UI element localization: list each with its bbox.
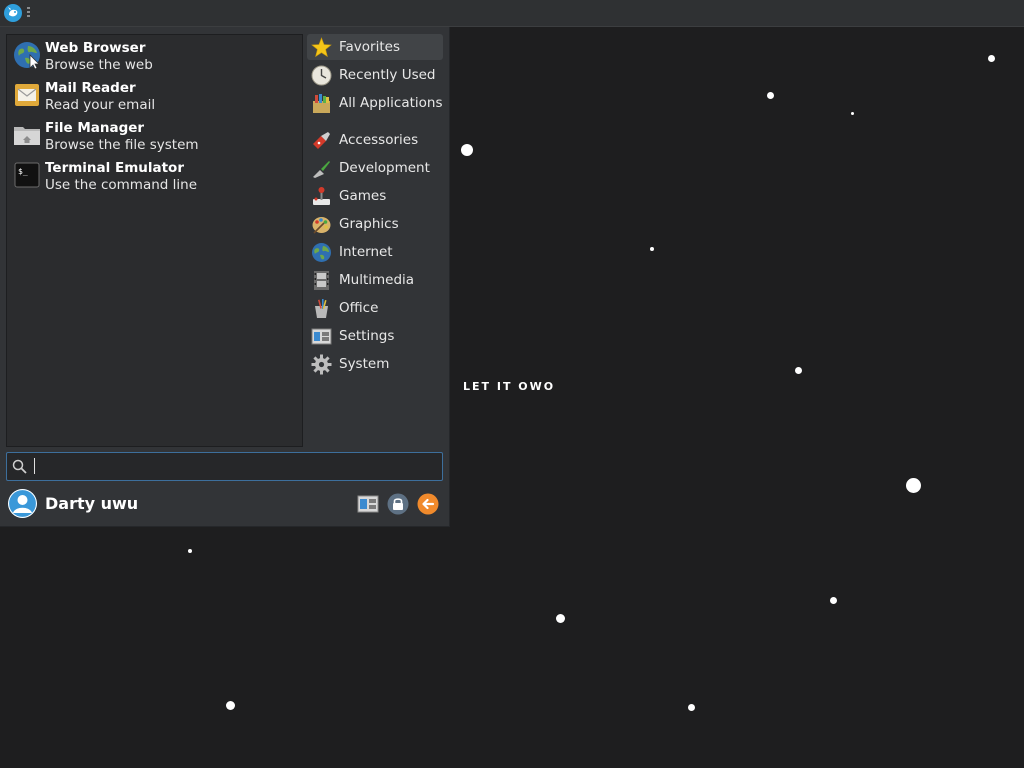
favorite-name: Mail Reader (45, 80, 136, 96)
category-system[interactable]: System (307, 351, 443, 377)
joystick-icon (313, 187, 330, 205)
star (988, 55, 995, 62)
log-out-button[interactable] (417, 493, 439, 515)
category-label: Settings (339, 328, 395, 344)
search-icon (12, 459, 27, 474)
favorite-description: Read your email (45, 97, 156, 113)
favorite-file-manager[interactable]: File Manager Browse the file system (11, 118, 298, 158)
category-games[interactable]: Games (307, 183, 443, 209)
user-name: Darty uwu (45, 494, 139, 513)
category-label: Office (339, 300, 379, 316)
avatar[interactable] (8, 489, 37, 518)
envelope-icon (15, 84, 39, 106)
category-all-applications[interactable]: All Applications (307, 90, 443, 116)
film-icon (314, 271, 329, 290)
favorite-name: File Manager (45, 120, 145, 136)
search-box[interactable] (6, 452, 443, 481)
category-settings[interactable]: Settings (307, 323, 443, 349)
favorite-terminal-emulator[interactable]: $_ Terminal Emulator Use the command lin… (11, 158, 298, 198)
category-label: Recently Used (339, 67, 436, 83)
category-label: Favorites (339, 39, 400, 55)
star (830, 597, 837, 604)
category-label: Accessories (339, 132, 419, 148)
favorite-web-browser[interactable]: Web Browser Browse the web (11, 38, 298, 78)
panel-handle[interactable] (27, 7, 30, 19)
star (906, 478, 921, 493)
text-caret (34, 458, 35, 474)
globe-icon (14, 42, 40, 69)
favorites-list: Web Browser Browse the web Mail Reader R… (6, 34, 303, 447)
star-icon (311, 37, 332, 58)
settings-icon (311, 328, 332, 345)
category-label: Multimedia (339, 272, 415, 288)
applications-icon (313, 94, 330, 113)
category-label: Internet (339, 244, 393, 260)
category-label: All Applications (339, 95, 443, 111)
category-office[interactable]: Office (307, 295, 443, 321)
whisker-menu: Web Browser Browse the web Mail Reader R… (0, 27, 450, 527)
category-graphics[interactable]: Graphics (307, 211, 443, 237)
category-label: Games (339, 188, 387, 204)
xfce-logo-icon[interactable] (4, 4, 22, 22)
folder-icon (14, 127, 40, 145)
favorite-description: Browse the file system (45, 137, 199, 153)
star (650, 247, 654, 251)
favorite-name: Web Browser (45, 40, 146, 56)
category-label: System (339, 356, 390, 372)
star (556, 614, 565, 623)
category-favorites[interactable]: Favorites (307, 34, 443, 60)
user-icon (8, 489, 37, 518)
swiss-knife-icon (313, 132, 330, 149)
category-label: Graphics (339, 216, 399, 232)
star (461, 144, 473, 156)
category-multimedia[interactable]: Multimedia (307, 267, 443, 293)
favorite-mail-reader[interactable]: Mail Reader Read your email (11, 78, 298, 118)
star (767, 92, 774, 99)
favorite-description: Use the command line (45, 177, 197, 193)
star (851, 112, 854, 115)
settings-manager-button[interactable] (357, 493, 379, 515)
category-label: Development (339, 160, 430, 176)
star (795, 367, 802, 374)
trowel-icon (313, 161, 330, 178)
favorite-description: Browse the web (45, 57, 153, 73)
user-bar: Darty uwu (0, 485, 449, 523)
lock-screen-button[interactable] (387, 493, 409, 515)
category-internet[interactable]: Internet (307, 239, 443, 265)
palette-icon (312, 217, 331, 234)
top-panel (0, 0, 1024, 27)
wallpaper-text: LET IT OWO (463, 380, 556, 393)
star (226, 701, 235, 710)
star (188, 549, 192, 553)
globe-icon (312, 243, 331, 262)
terminal-icon: $_ (14, 162, 40, 188)
category-development[interactable]: Development (307, 155, 443, 181)
gear-icon (311, 354, 332, 375)
svg-text:$_: $_ (18, 167, 28, 176)
office-icon (315, 299, 328, 318)
favorite-name: Terminal Emulator (45, 160, 184, 176)
clock-icon (311, 65, 332, 86)
category-recently-used[interactable]: Recently Used (307, 62, 443, 88)
category-list: Favorites Recently Used All Applications (307, 34, 443, 394)
star (688, 704, 695, 711)
category-accessories[interactable]: Accessories (307, 127, 443, 153)
search-input[interactable] (37, 456, 436, 478)
